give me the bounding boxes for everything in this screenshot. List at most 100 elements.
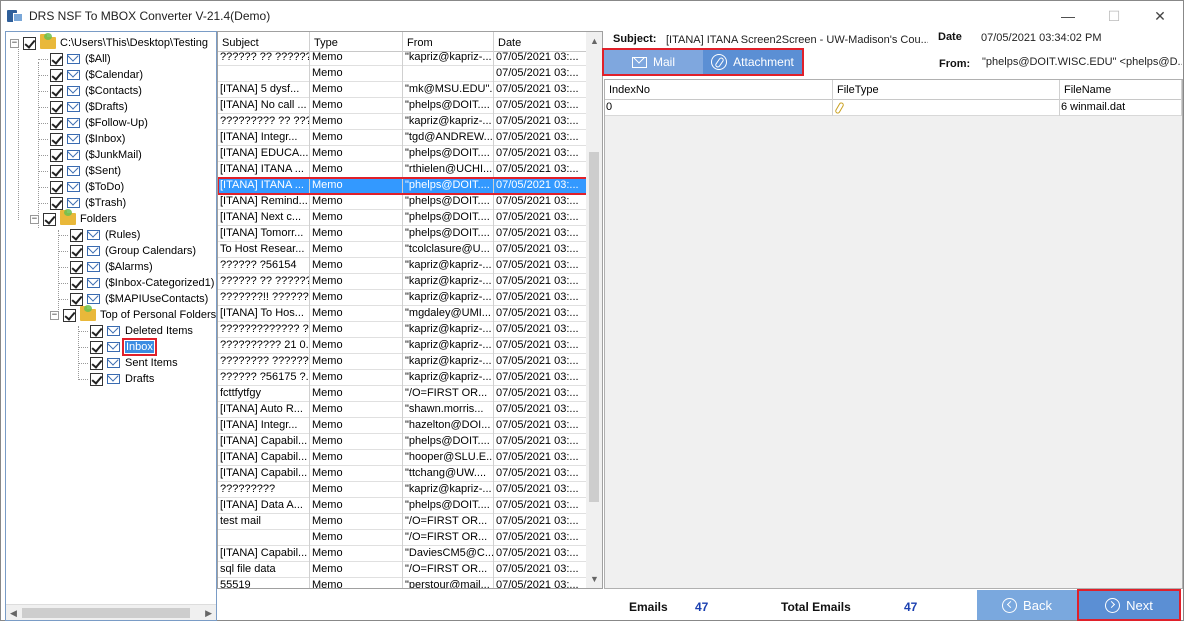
tree-folder-item[interactable]: (Group Calendars) bbox=[70, 243, 196, 259]
checkbox[interactable] bbox=[90, 324, 103, 338]
email-row[interactable]: [ITANA] Integr... Memo "hazelton@DOI... 07/… bbox=[218, 418, 588, 434]
checkbox[interactable] bbox=[50, 68, 63, 82]
column-header-date[interactable]: Date bbox=[494, 32, 588, 52]
tree-item[interactable]: ($All) bbox=[50, 51, 111, 67]
email-row[interactable]: [ITANA] ITANA ... Memo "phelps@DOIT.... 07/… bbox=[218, 177, 589, 195]
email-row[interactable]: [ITANA] To Hos... Memo "mgdaley@UMI... 07/0… bbox=[218, 306, 588, 322]
email-row[interactable]: [ITANA] Tomorr... Memo "phelps@DOIT.... 07/… bbox=[218, 226, 588, 242]
minimize-button[interactable]: — bbox=[1045, 1, 1091, 31]
tree-folder-item[interactable]: ($MAPIUseContacts) bbox=[70, 291, 208, 307]
email-row[interactable]: ?????????? 21 0... Memo "kapriz@kapriz-...… bbox=[218, 338, 588, 354]
email-row[interactable]: [ITANA] Auto R... Memo "shawn.morris... 07/… bbox=[218, 402, 588, 418]
checkbox[interactable] bbox=[50, 52, 63, 66]
email-row[interactable]: [ITANA] EDUCA... Memo "phelps@DOIT.... 07/0… bbox=[218, 146, 588, 162]
email-list-vertical-scrollbar[interactable]: ▲ ▼ bbox=[586, 32, 602, 588]
checkbox[interactable] bbox=[90, 372, 103, 386]
tree-folder-item[interactable]: (Rules) bbox=[70, 227, 140, 243]
email-row[interactable]: [ITANA] Remind... Memo "phelps@DOIT.... 07/… bbox=[218, 194, 588, 210]
email-row[interactable]: ?????? ?? ??????...Memo"kapriz@kapriz-..… bbox=[218, 274, 588, 290]
tree-folder-item[interactable]: ($Inbox-Categorized1) bbox=[70, 275, 214, 291]
tree-item[interactable]: ($Drafts) bbox=[50, 99, 128, 115]
collapse-icon[interactable]: − bbox=[30, 214, 39, 224]
tree-horizontal-scrollbar[interactable]: ◀ ▶ bbox=[6, 604, 216, 620]
back-button[interactable]: Back bbox=[977, 590, 1077, 620]
tree-root[interactable]: − C:\Users\This\Desktop\Testing bbox=[10, 33, 208, 51]
checkbox[interactable] bbox=[50, 132, 63, 146]
email-row[interactable]: ???????? ?????? ...Memo"kapriz@kapriz-..… bbox=[218, 354, 588, 370]
email-row[interactable]: ?????? ?56154 Memo "kapriz@kapriz-... 07/05… bbox=[218, 258, 588, 274]
email-row[interactable]: 55519 Memo "perstour@mail... 07/05/2021 03:… bbox=[218, 578, 588, 588]
tree-personal-item[interactable]: Deleted Items bbox=[90, 323, 193, 339]
checkbox[interactable] bbox=[23, 36, 36, 50]
tree-personal-folders[interactable]: − Top of Personal Folders bbox=[50, 305, 216, 323]
checkbox[interactable] bbox=[50, 180, 63, 194]
column-header-filetype[interactable]: FileType bbox=[833, 80, 1060, 100]
email-row[interactable]: ?????? ?? ??????...Memo"kapriz@kapriz-..… bbox=[218, 50, 588, 66]
email-row[interactable]: ????????? Memo "kapriz@kapriz-... 07/05/202… bbox=[218, 482, 588, 498]
email-row[interactable]: fcttfytfgy Memo "/O=FIRST OR... 07/05/2021 … bbox=[218, 386, 588, 402]
scroll-up-icon[interactable]: ▲ bbox=[590, 36, 599, 46]
column-header-indexno[interactable]: IndexNo bbox=[605, 80, 833, 100]
checkbox[interactable] bbox=[70, 276, 83, 290]
checkbox[interactable] bbox=[50, 196, 63, 210]
email-row[interactable]: ?????? ?56175 ?... Memo "kapriz@kapriz-...… bbox=[218, 370, 588, 386]
email-row[interactable]: [ITANA] Capabil... Memo "DaviesCM5@C... 07/… bbox=[218, 546, 588, 562]
tree-item[interactable]: ($Calendar) bbox=[50, 67, 143, 83]
tree-item[interactable]: ($JunkMail) bbox=[50, 147, 142, 163]
checkbox[interactable] bbox=[90, 356, 103, 370]
tree-item[interactable]: ($ToDo) bbox=[50, 179, 124, 195]
email-row[interactable]: ????????? ?? ???...Memo"kapriz@kapriz-..… bbox=[218, 114, 588, 130]
scroll-left-icon[interactable]: ◀ bbox=[10, 608, 17, 619]
close-button[interactable]: ✕ bbox=[1137, 1, 1183, 31]
email-row[interactable]: [ITANA] Next c... Memo "phelps@DOIT.... 07/… bbox=[218, 210, 588, 226]
email-row[interactable]: [ITANA] No call ... Memo "phelps@DOIT.... 0… bbox=[218, 98, 588, 114]
checkbox[interactable] bbox=[63, 308, 76, 322]
email-row[interactable]: To Host Resear... Memo "tcolclasure@U... 07… bbox=[218, 242, 588, 258]
tab-mail[interactable]: Mail bbox=[604, 50, 703, 74]
collapse-icon[interactable]: − bbox=[50, 310, 59, 320]
email-row[interactable]: sql file data Memo "/O=FIRST OR... 07/05/20… bbox=[218, 562, 588, 578]
tree-item[interactable]: ($Sent) bbox=[50, 163, 121, 179]
scroll-thumb[interactable] bbox=[589, 152, 599, 502]
email-row[interactable]: [ITANA] Data A... Memo "phelps@DOIT.... 07/… bbox=[218, 498, 588, 514]
checkbox[interactable] bbox=[70, 244, 83, 258]
email-row[interactable]: [ITANA] Capabil... Memo "ttchang@UW.... 07/… bbox=[218, 466, 588, 482]
tree-item[interactable]: ($Contacts) bbox=[50, 83, 142, 99]
tree-item[interactable]: ($Trash) bbox=[50, 195, 126, 211]
email-row[interactable]: Memo 07/05/2021 03:... bbox=[218, 66, 588, 82]
email-row[interactable]: [ITANA] ITANA ... Memo "rthielen@UCHI... 07… bbox=[218, 162, 588, 178]
email-row[interactable]: [ITANA] Capabil... Memo "phelps@DOIT.... 07… bbox=[218, 434, 588, 450]
email-row[interactable]: ???????!! ???????...Memo"kapriz@kapriz-.… bbox=[218, 290, 588, 306]
checkbox[interactable] bbox=[50, 116, 63, 130]
checkbox[interactable] bbox=[70, 228, 83, 242]
column-header-filename[interactable]: FileName bbox=[1060, 80, 1182, 100]
email-row[interactable]: [ITANA] Capabil... Memo "hooper@SLU.E... 07… bbox=[218, 450, 588, 466]
email-row[interactable]: [ITANA] Integr... Memo "tgd@ANDREW.... 07/0… bbox=[218, 130, 588, 146]
checkbox[interactable] bbox=[50, 164, 63, 178]
column-header-type[interactable]: Type bbox=[310, 32, 403, 52]
column-header-from[interactable]: From bbox=[403, 32, 494, 52]
tree-folder-item[interactable]: ($Alarms) bbox=[70, 259, 153, 275]
next-button[interactable]: Next bbox=[1077, 589, 1181, 621]
tree-item[interactable]: ($Inbox) bbox=[50, 131, 125, 147]
checkbox[interactable] bbox=[70, 292, 83, 306]
email-row[interactable]: [ITANA] 5 dysf... Memo "mk@MSU.EDU"... 07/0… bbox=[218, 82, 588, 98]
checkbox[interactable] bbox=[50, 84, 63, 98]
checkbox[interactable] bbox=[50, 148, 63, 162]
attachment-row[interactable]: 0 6 winmail.dat bbox=[605, 100, 1182, 116]
scroll-down-icon[interactable]: ▼ bbox=[590, 574, 599, 584]
tree-personal-item[interactable]: Sent Items bbox=[90, 355, 178, 371]
column-header-subject[interactable]: Subject bbox=[218, 32, 310, 52]
scroll-thumb[interactable] bbox=[22, 608, 190, 618]
tree-personal-item[interactable]: Drafts bbox=[90, 371, 154, 387]
checkbox[interactable] bbox=[90, 340, 103, 354]
email-row[interactable]: test mail Memo "/O=FIRST OR... 07/05/2021 0… bbox=[218, 514, 588, 530]
collapse-icon[interactable]: − bbox=[10, 38, 19, 48]
email-row[interactable]: Memo "/O=FIRST OR... 07/05/2021 03:... bbox=[218, 530, 588, 546]
tree-personal-item[interactable]: Inbox bbox=[90, 338, 157, 356]
tree-folders[interactable]: − Folders bbox=[30, 209, 117, 227]
checkbox[interactable] bbox=[50, 100, 63, 114]
checkbox[interactable] bbox=[43, 212, 56, 226]
tree-item[interactable]: ($Follow-Up) bbox=[50, 115, 148, 131]
scroll-right-icon[interactable]: ▶ bbox=[205, 608, 212, 619]
